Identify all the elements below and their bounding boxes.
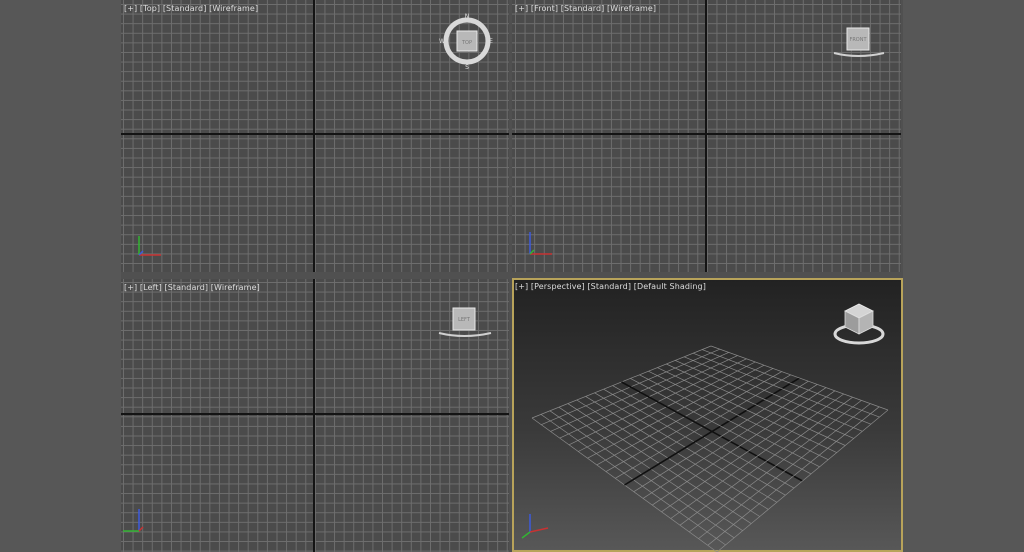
grid-line xyxy=(701,349,880,418)
viewport-front[interactable]: [+] [Front] [Standard] [Wireframe] FRONT xyxy=(512,0,901,272)
viewport-point-of-view-menu[interactable]: [Left] xyxy=(140,283,162,292)
viewport-shading-menu[interactable]: [Wireframe] xyxy=(211,283,260,292)
world-x-axis-line xyxy=(121,133,509,135)
viewport-label: [+] [Front] [Standard] [Wireframe] xyxy=(515,4,656,13)
viewport-label: [+] [Top] [Standard] [Wireframe] xyxy=(124,4,258,13)
compass-west-label: W xyxy=(439,38,445,45)
viewport-layout: [+] [Top] [Standard] [Wireframe] TOP N S… xyxy=(121,0,903,552)
viewport-point-of-view-menu[interactable]: [Front] xyxy=(531,4,558,13)
viewport-shading-menu[interactable]: [Wireframe] xyxy=(209,4,258,13)
axis-tripod-icon xyxy=(138,236,161,256)
world-y-axis-line xyxy=(121,413,509,415)
compass-north-label: N xyxy=(465,13,470,20)
viewcube-icon[interactable]: TOP N S E W xyxy=(439,13,495,71)
axis-tripod-icon xyxy=(123,509,144,532)
grid-line xyxy=(716,409,889,552)
viewport-point-of-view-menu[interactable]: [Top] xyxy=(140,4,160,13)
viewport-perspective[interactable]: [+] [Perspective] [Standard] [Default Sh… xyxy=(512,278,903,552)
compass-ring-icon xyxy=(438,332,492,337)
world-z-axis-line xyxy=(705,0,707,272)
viewcube-face-label: LEFT xyxy=(458,317,471,323)
viewcube-face-label: FRONT xyxy=(849,37,867,43)
viewcube-face-label: TOP xyxy=(461,40,472,46)
viewport-menu-button[interactable]: [+] xyxy=(124,4,137,13)
viewcube-icon[interactable]: LEFT xyxy=(437,306,493,340)
viewport-label: [+] [Left] [Standard] [Wireframe] xyxy=(124,283,260,292)
viewcube-icon[interactable]: FRONT xyxy=(832,26,888,60)
viewport-shading-menu[interactable]: [Wireframe] xyxy=(607,4,656,13)
grid-line xyxy=(689,400,862,533)
viewport-left[interactable]: [+] [Left] [Standard] [Wireframe] LEFT xyxy=(121,279,509,552)
viewport-standard-menu[interactable]: [Standard] xyxy=(164,283,208,292)
compass-south-label: S xyxy=(465,64,469,71)
viewport-standard-menu[interactable]: [Standard] xyxy=(561,4,605,13)
grid-line xyxy=(710,345,889,411)
viewport-menu-button[interactable]: [+] xyxy=(515,4,528,13)
compass-east-label: E xyxy=(489,38,493,45)
axis-tripod-icon xyxy=(521,514,549,539)
viewcube-icon[interactable] xyxy=(831,300,887,350)
world-y-axis-line xyxy=(313,0,315,272)
world-z-axis-line xyxy=(313,279,315,552)
viewport-top[interactable]: [+] [Top] [Standard] [Wireframe] TOP N S… xyxy=(121,0,509,272)
viewport-menu-button[interactable]: [+] xyxy=(124,283,137,292)
axis-tripod-icon xyxy=(529,232,552,255)
compass-ring-icon xyxy=(833,52,885,57)
viewport-standard-menu[interactable]: [Standard] xyxy=(163,4,207,13)
